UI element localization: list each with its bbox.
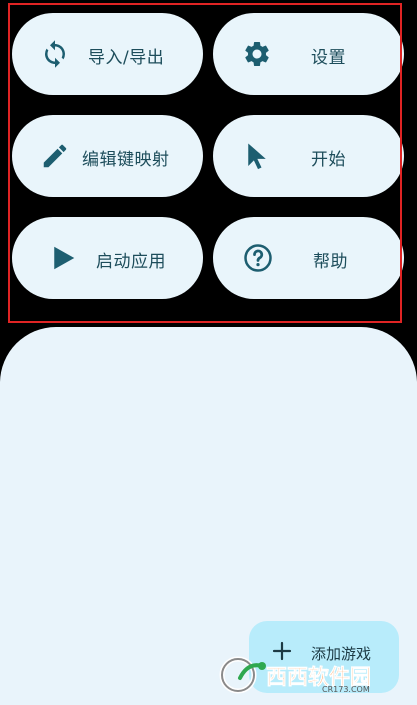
watermark-url: CR173.COM bbox=[322, 685, 370, 694]
watermark-logo: 西西软件园 CR173.COM bbox=[218, 656, 398, 694]
screen: 导入/导出 设置 编辑键映射 开始 启动应用 帮助 添加游戏 西西软件园 CR1… bbox=[0, 0, 417, 705]
highlight-box bbox=[8, 3, 402, 323]
